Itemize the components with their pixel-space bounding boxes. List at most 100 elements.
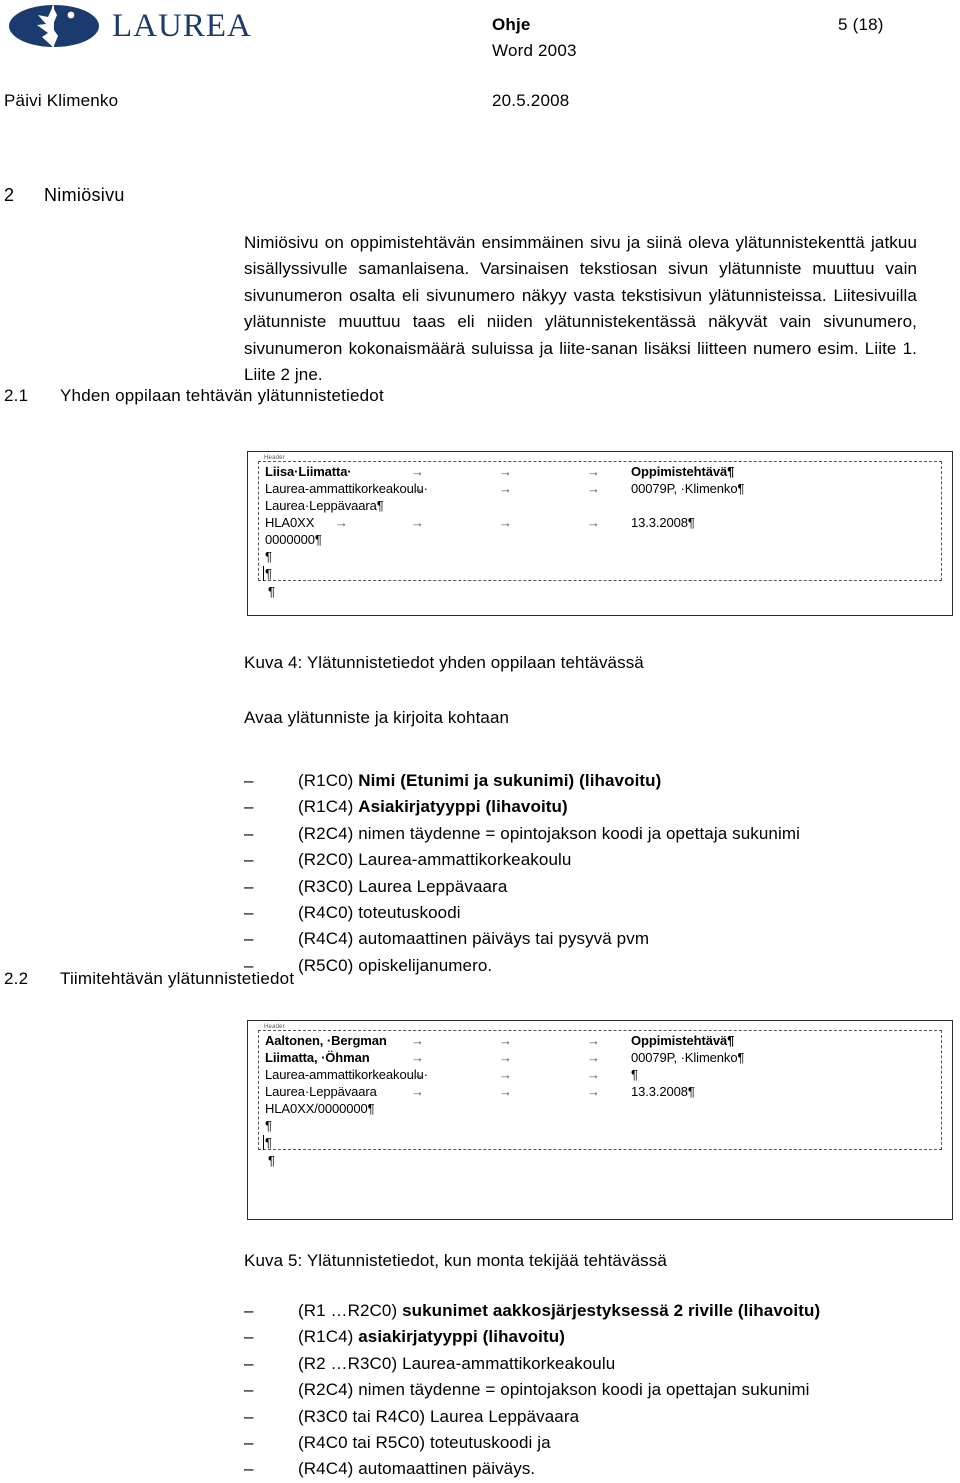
word-header-cell-c0: Liisa·Liimatta·	[265, 464, 352, 479]
page-indicator: 5 (18)	[838, 15, 884, 34]
tab-arrow-icon: →	[335, 515, 348, 530]
word-header-cell-c0: Laurea-ammattikorkeakoulu·	[265, 481, 428, 496]
text-cursor	[263, 566, 264, 581]
list-item-text: (R1 …R2C0) sukunimet aakkosjärjestyksess…	[298, 1298, 820, 1324]
figure-4-header-tag: Header	[262, 455, 287, 461]
list-item: – (R3C0) Laurea Leppävaara	[244, 874, 944, 900]
list-item: – (R2C0) Laurea-ammattikorkeakoulu	[244, 847, 944, 873]
instruction-text: Avaa ylätunniste ja kirjoita kohtaan	[244, 708, 510, 727]
word-header-row: Aaltonen, ·Bergman → → → Oppimistehtävä¶	[263, 1032, 941, 1049]
figure-5-caption: Kuva 5: Ylätunnistetiedot, kun monta tek…	[244, 1251, 667, 1270]
tab-arrow-icon: →	[499, 1050, 512, 1065]
word-header-row: ¶	[263, 565, 941, 582]
list-item: – (R3C0 tai R4C0) Laurea Leppävaara	[244, 1404, 944, 1430]
heading-2-2-text: Tiimitehtävän ylätunnistetiedot	[60, 969, 295, 988]
word-header-cell-c0: Liimatta, ·Öhman	[265, 1050, 370, 1065]
list-item-cell-code: (R2C4)	[298, 823, 359, 843]
list-item-text: (R1C0) Nimi (Etunimi ja sukunimi) (lihav…	[298, 768, 661, 794]
tab-arrow-icon: →	[411, 515, 424, 530]
word-header-row: ¶	[263, 1117, 941, 1134]
header-field-list-team: – (R1 …R2C0) sukunimet aakkosjärjestykses…	[244, 1298, 944, 1483]
tab-arrow-icon: →	[411, 1050, 424, 1065]
tab-arrow-icon: →	[587, 1033, 600, 1048]
list-item: – (R4C4) automaattinen päiväys tai pysyvä…	[244, 926, 944, 952]
tab-arrow-icon: →	[499, 1067, 512, 1082]
list-item-cell-code: (R5C0)	[298, 955, 359, 975]
list-item-cell-code: (R4C4)	[298, 929, 359, 949]
word-header-row: ¶	[263, 1134, 941, 1151]
list-item: – (R1C4) asiakirjatyyppi (lihavoitu)	[244, 1324, 944, 1350]
figure-4-header-area: Liisa·Liimatta· → → → Oppimistehtävä¶ Laurea-…	[258, 461, 942, 581]
list-item-cell-code: (R3C0 tai R4C0)	[298, 1406, 430, 1426]
list-item-text: (R4C4) automaattinen päiväys tai pysyvä …	[298, 926, 649, 952]
header-title: Ohje	[492, 15, 531, 34]
tab-arrow-icon: →	[587, 1084, 600, 1099]
figure-5-word-screenshot: Header Aaltonen, ·Bergman → → → Oppimistehtä…	[247, 1020, 953, 1220]
word-header-cell-c0: Laurea-ammattikorkeakoulu·	[265, 1067, 428, 1082]
list-item-emphasis: asiakirjatyyppi (lihavoitu)	[358, 1327, 565, 1347]
list-item-detail: opiskelijanumero.	[358, 955, 493, 975]
word-header-row: HLA0XX/0000000¶	[263, 1100, 941, 1117]
laurea-logo-mark	[9, 4, 99, 48]
list-item-cell-code: (R2C4)	[298, 1380, 359, 1400]
list-item-detail: nimen täydenne = opintojakson koodi ja o…	[358, 823, 800, 843]
list-item-cell-code: (R1C4)	[298, 797, 359, 817]
word-header-row: Liisa·Liimatta· → → → Oppimistehtävä¶	[263, 463, 941, 480]
tab-arrow-icon: →	[499, 464, 512, 479]
header-author: Päivi Klimenko	[4, 91, 119, 110]
list-item-text: (R1C4) Asiakirjatyyppi (lihavoitu)	[298, 794, 568, 820]
figure-5-header-area: Aaltonen, ·Bergman → → → Oppimistehtävä¶ Liim…	[258, 1030, 942, 1150]
list-item-text: (R5C0) opiskelijanumero.	[298, 953, 492, 979]
list-item: – (R5C0) opiskelijanumero.	[244, 953, 944, 979]
word-header-row: Liimatta, ·Öhman → → → 00079P, ·Klimenko¶	[263, 1049, 941, 1066]
tab-arrow-icon: →	[499, 481, 512, 496]
list-item-text: (R3C0 tai R4C0) Laurea Leppävaara	[298, 1404, 579, 1430]
laurea-logo: LAUREA	[8, 3, 258, 49]
list-item-detail: automaattinen päiväys tai pysyvä pvm	[358, 929, 650, 949]
tab-arrow-icon: →	[587, 464, 600, 479]
dash-bullet-icon: –	[244, 1380, 254, 1400]
text-cursor	[263, 1135, 264, 1150]
list-item: – (R1 …R2C0) sukunimet aakkosjärjestykses…	[244, 1298, 944, 1324]
word-header-cell-c0: Laurea·Leppävaara¶	[265, 498, 384, 513]
word-header-cell-c4: ¶	[631, 1067, 638, 1082]
figure-5-trailing-pilcrow: ¶	[268, 1153, 275, 1168]
list-item-detail: nimen täydenne = opintojakson koodi ja o…	[358, 1380, 810, 1400]
word-header-cell-c0: ¶	[265, 1118, 272, 1133]
tab-arrow-icon: →	[411, 481, 424, 496]
document-header: LAUREA Ohje Word 2003 5 (18) Päivi Klime…	[0, 0, 960, 120]
tab-arrow-icon: →	[499, 1033, 512, 1048]
list-item-cell-code: (R1 …R2C0)	[298, 1301, 403, 1320]
dash-bullet-icon: –	[244, 797, 254, 817]
figure-4-trailing-pilcrow: ¶	[268, 584, 275, 599]
list-item-cell-code: (R1C0)	[298, 771, 359, 790]
list-item: – (R2 …R3C0) Laurea-ammattikorkeakoulu	[244, 1351, 944, 1377]
list-item-cell-code: (R4C0)	[298, 902, 359, 922]
laurea-logo-text: LAUREA	[112, 8, 252, 44]
list-item: – (R2C4) nimen täydenne = opintojakson ko…	[244, 821, 944, 847]
heading-2-1-number: 2.1	[4, 386, 29, 405]
dash-bullet-icon: –	[244, 771, 254, 790]
word-header-cell-c4: 00079P, ·Klimenko¶	[631, 481, 745, 496]
list-item-cell-code: (R1C4)	[298, 1327, 359, 1347]
word-header-row: HLA0XX → → → → 13.3.2008¶	[263, 514, 941, 531]
tab-arrow-icon: →	[587, 1050, 600, 1065]
tab-arrow-icon: →	[499, 1084, 512, 1099]
word-header-cell-c0: ¶	[265, 566, 272, 581]
tab-arrow-icon: →	[499, 515, 512, 530]
list-item-emphasis: Nimi (Etunimi ja sukunimi) (lihavoitu)	[358, 771, 662, 790]
dash-bullet-icon: –	[244, 1406, 254, 1426]
heading-number: 2	[4, 185, 15, 205]
list-item-text: (R1C4) asiakirjatyyppi (lihavoitu)	[298, 1324, 565, 1350]
word-header-row: Laurea·Leppävaara → → → 13.3.2008¶	[263, 1083, 941, 1100]
dash-bullet-icon: –	[244, 1459, 254, 1479]
list-item-emphasis: Asiakirjatyyppi (lihavoitu)	[358, 797, 568, 817]
list-item-text: (R3C0) Laurea Leppävaara	[298, 874, 507, 900]
list-item: – (R1C0) Nimi (Etunimi ja sukunimi) (liha…	[244, 768, 944, 794]
dash-bullet-icon: –	[244, 823, 254, 843]
word-header-cell-c0: HLA0XX/0000000¶	[265, 1101, 375, 1116]
word-header-cell-c0: Aaltonen, ·Bergman	[265, 1033, 387, 1048]
list-item-detail: toteutuskoodi ja	[429, 1432, 551, 1452]
heading-text: Nimiösivu	[44, 185, 125, 205]
figure-4-caption: Kuva 4: Ylätunnistetiedot yhden oppilaan…	[244, 653, 644, 672]
